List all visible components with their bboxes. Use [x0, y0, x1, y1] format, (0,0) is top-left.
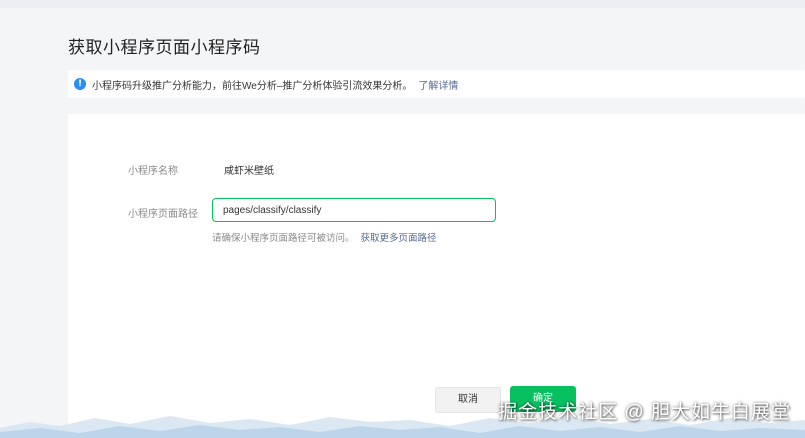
learn-more-link[interactable]: 了解详情 [418, 77, 458, 92]
page-path-input[interactable] [212, 198, 496, 222]
more-paths-link[interactable]: 获取更多页面路径 [361, 233, 437, 244]
page: 获取小程序页面小程序码 ! 小程序码升级推广分析能力，前往We分析–推广分析体验… [0, 0, 805, 438]
name-label: 小程序名称 [128, 166, 178, 177]
name-value: 咸虾米壁纸 [224, 166, 274, 177]
path-hint: 请确保小程序页面路径可被访问。 获取更多页面路径 [212, 230, 437, 244]
path-label: 小程序页面路径 [128, 209, 198, 220]
path-hint-text: 请确保小程序页面路径可被访问。 [212, 233, 355, 244]
notice-text: 小程序码升级推广分析能力，前往We分析–推广分析体验引流效果分析。 [92, 80, 413, 92]
page-title: 获取小程序页面小程序码 [68, 38, 261, 57]
top-strip [0, 0, 805, 8]
info-icon: ! [74, 78, 86, 90]
watermark: 掘金技术社区 @ 胆大如牛白展堂 [498, 402, 791, 423]
form-panel: 小程序名称 咸虾米壁纸 小程序页面路径 请确保小程序页面路径可被访问。获取更多页… [68, 114, 805, 438]
notice-bar: ! 小程序码升级推广分析能力，前往We分析–推广分析体验引流效果分析。 了解详情 [68, 70, 805, 98]
